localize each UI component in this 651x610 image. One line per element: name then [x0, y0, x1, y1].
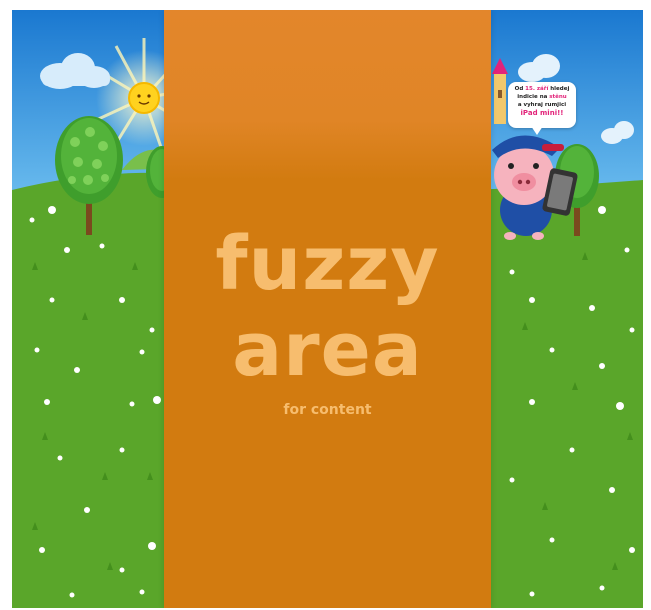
promo-line-2: indicie na stěnu: [517, 94, 567, 100]
panel-title-line-2: area: [232, 307, 423, 393]
content-panel: fuzzy area for content: [164, 10, 491, 608]
panel-title-line-1: fuzzy: [215, 221, 440, 307]
promo-line-1: Od 15. září hledej: [514, 86, 570, 92]
panel-top-glow: [164, 10, 491, 180]
promo-speech-bubble: Od 15. září hledej indicie na stěnu a vy…: [508, 82, 576, 128]
promo-line-4: iPad mini!!: [520, 109, 564, 117]
speech-bubble-tail: [531, 126, 543, 135]
promo-line-3: a vyhraj rumjici: [517, 102, 567, 108]
panel-subtitle: for content: [283, 402, 372, 418]
page-frame: Od 15. září hledej indicie na stěnu a vy…: [12, 10, 643, 608]
